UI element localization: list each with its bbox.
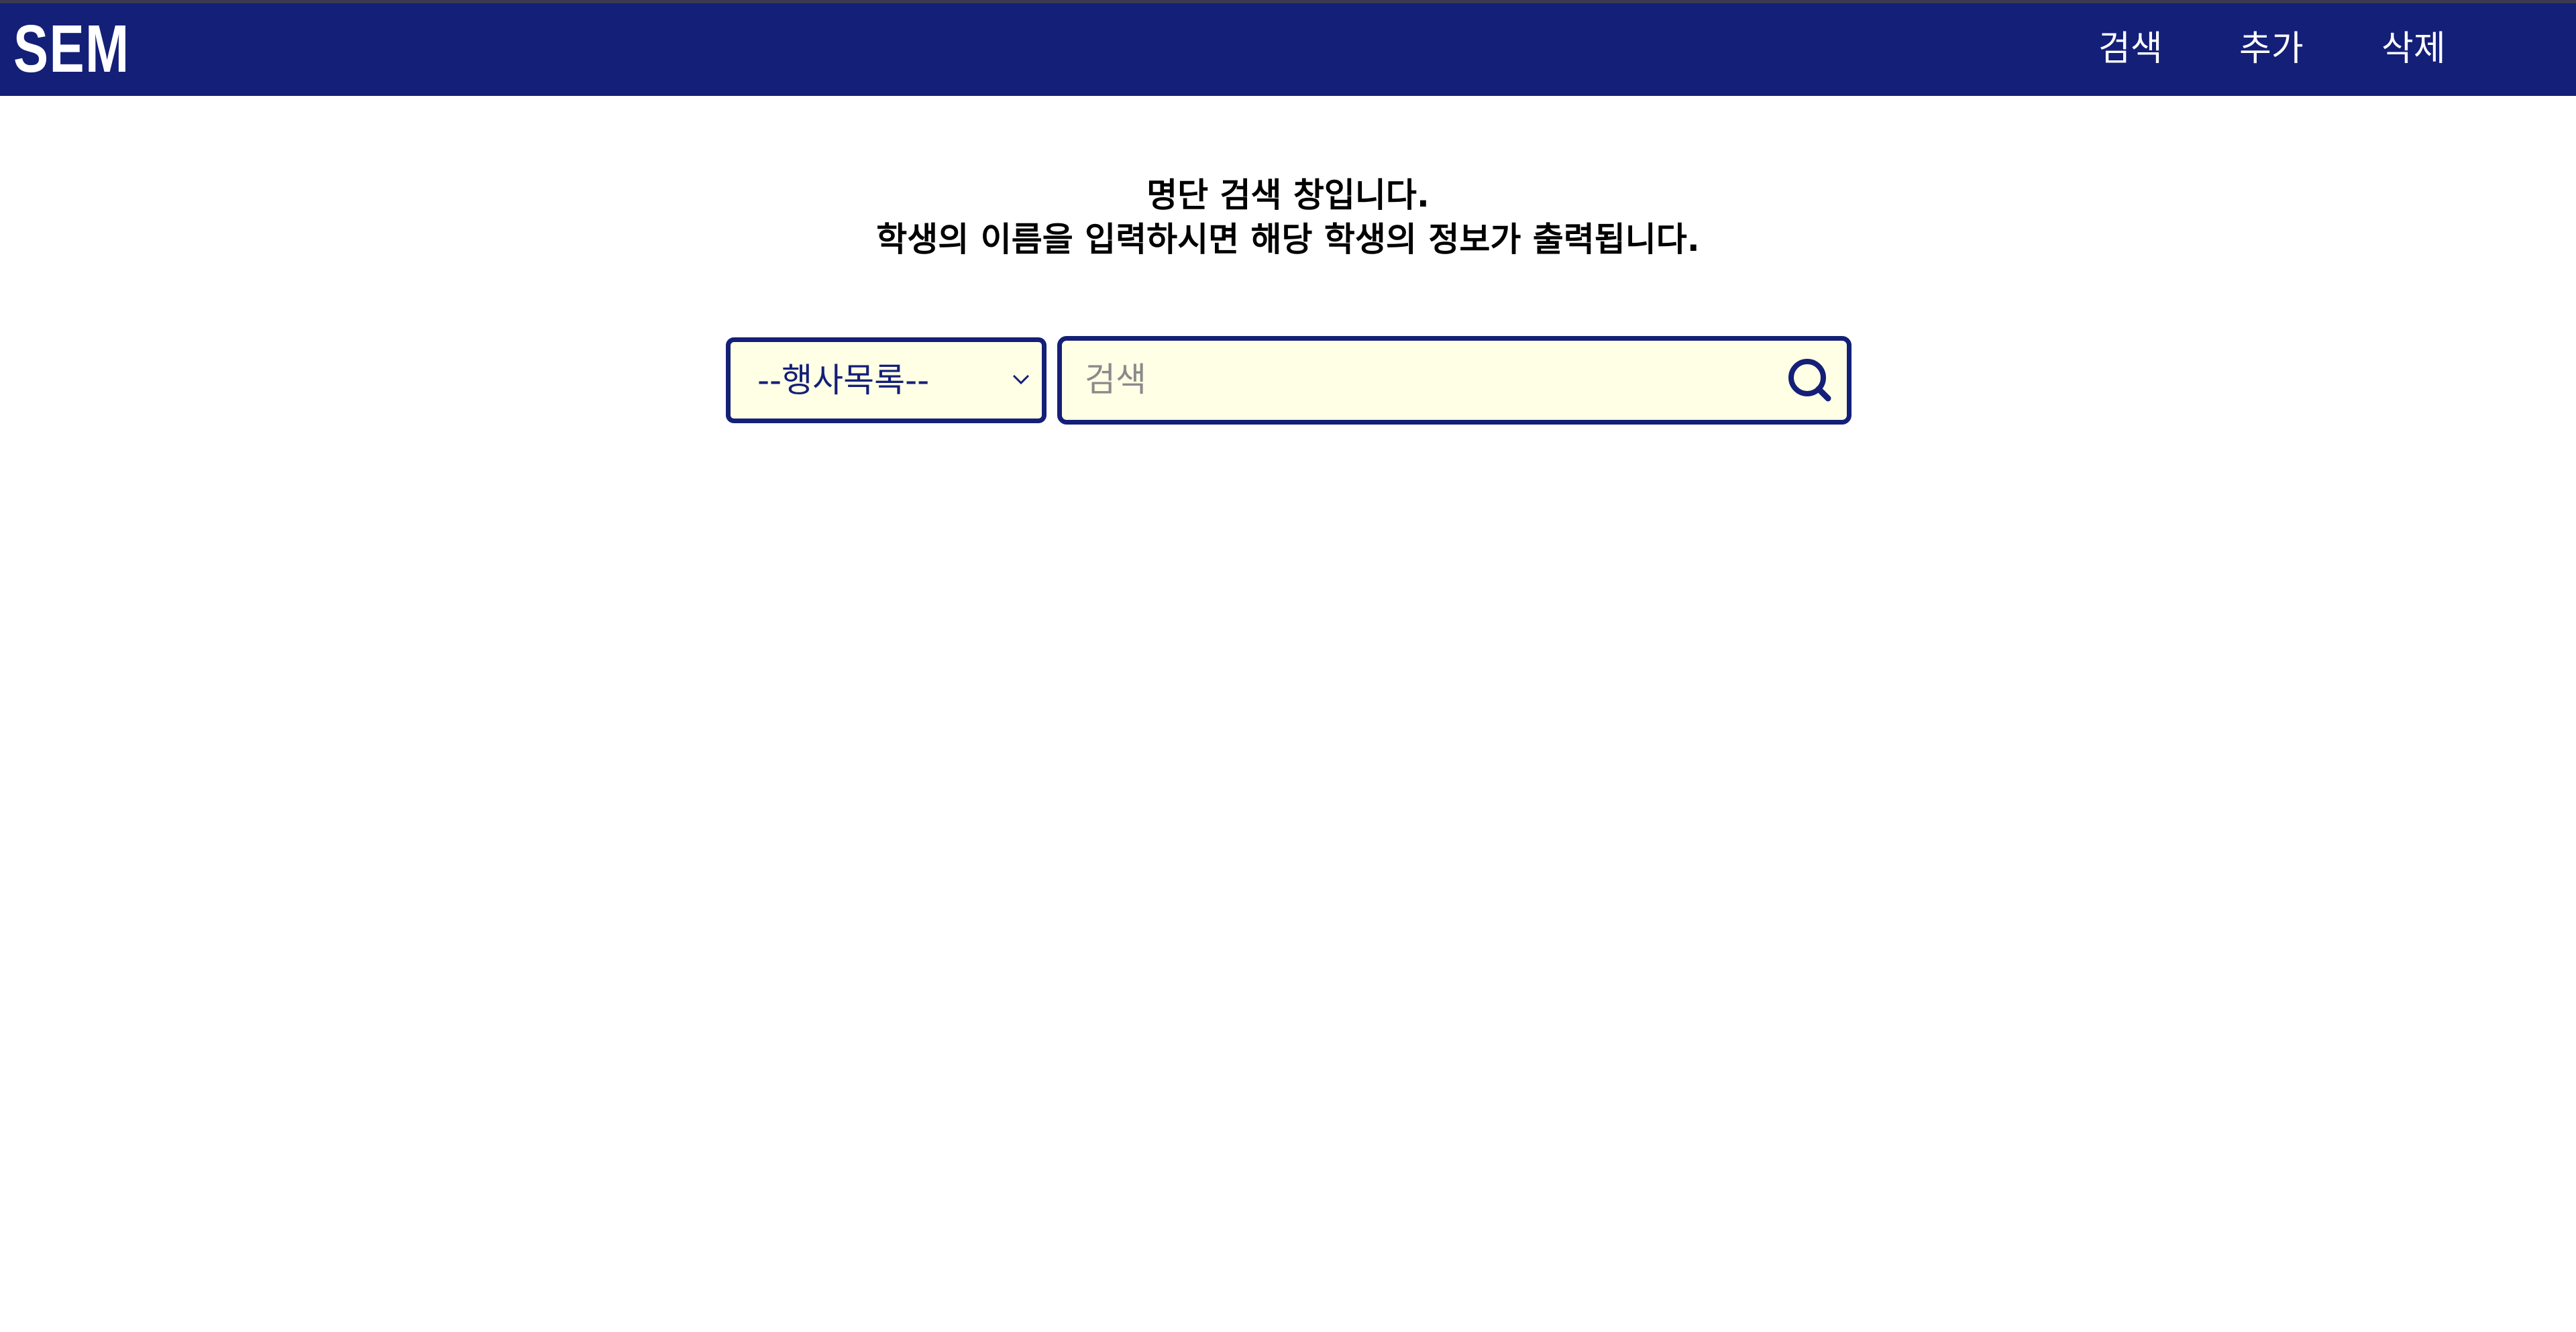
- intro-text: 명단 검색 창입니다. 학생의 이름을 입력하시면 해당 학생의 정보가 출력됩…: [0, 173, 2576, 262]
- event-list-selected-value: --행사목록--: [757, 361, 930, 400]
- nav-add-link[interactable]: 추가: [2239, 22, 2304, 76]
- chevron-down-icon: [1012, 374, 1030, 385]
- search-icon[interactable]: [1785, 355, 1833, 404]
- search-field-container: [1057, 336, 1851, 425]
- intro-line-1: 명단 검색 창입니다.: [1146, 176, 1430, 215]
- nav-search-link[interactable]: 검색: [2098, 22, 2163, 76]
- header-bar: SEM 검색 추가 삭제: [0, 3, 2576, 96]
- intro-line-2: 학생의 이름을 입력하시면 해당 학생의 정보가 출력됩니다.: [876, 220, 1700, 259]
- search-input[interactable]: [1085, 346, 1742, 413]
- logo[interactable]: SEM: [13, 14, 130, 84]
- event-list-select[interactable]: --행사목록--: [726, 337, 1046, 423]
- nav-delete-link[interactable]: 삭제: [2381, 22, 2446, 76]
- page: SEM 검색 추가 삭제 명단 검색 창입니다. 학생의 이름을 입력하시면 해…: [0, 0, 2576, 1332]
